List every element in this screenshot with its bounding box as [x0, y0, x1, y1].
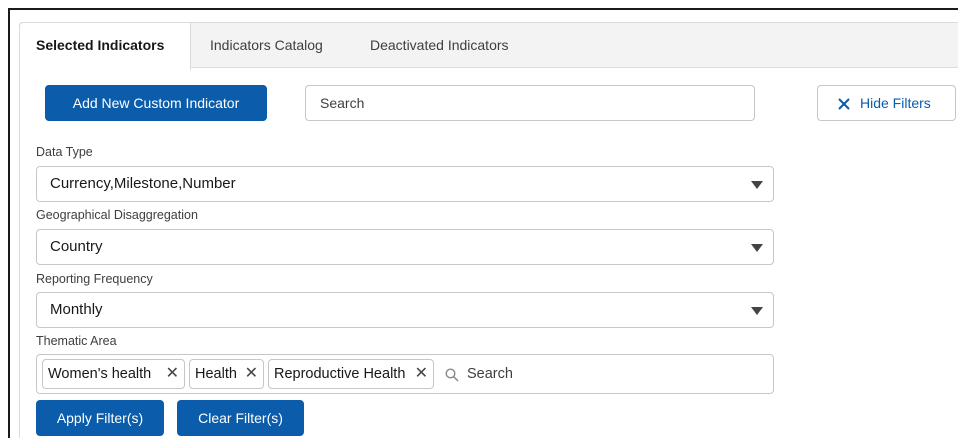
- close-icon[interactable]: ✕: [245, 360, 258, 388]
- chevron-down-icon: [751, 307, 763, 315]
- close-icon[interactable]: ✕: [415, 360, 428, 388]
- tab-label: Selected Indicators: [36, 37, 165, 53]
- tab-selected-indicators[interactable]: Selected Indicators: [20, 23, 191, 70]
- add-custom-indicator-label: Add New Custom Indicator: [72, 95, 240, 111]
- pill-reproductive-health[interactable]: Reproductive Health ✕: [268, 359, 434, 389]
- tab-label: Indicators Catalog: [210, 37, 323, 53]
- thematic-multiselect[interactable]: Women's health ✕ Health ✕ Reproductive H…: [36, 354, 774, 394]
- frequency-label: Reporting Frequency: [36, 272, 153, 286]
- pill-health[interactable]: Health ✕: [189, 359, 264, 389]
- search-input[interactable]: Search: [305, 85, 755, 121]
- apply-filters-label: Apply Filter(s): [56, 410, 144, 426]
- geo-select[interactable]: Country: [36, 229, 774, 265]
- pill-label: Health: [195, 366, 237, 382]
- data-type-value: Currency,Milestone,Number: [50, 175, 236, 192]
- tab-label: Deactivated Indicators: [370, 37, 509, 53]
- apply-filters-button[interactable]: Apply Filter(s): [36, 400, 164, 436]
- chevron-down-icon: [751, 181, 763, 189]
- search-icon: [445, 368, 459, 382]
- thematic-search-input[interactable]: Search: [467, 355, 513, 393]
- close-icon[interactable]: ✕: [166, 360, 179, 388]
- add-custom-indicator-button[interactable]: Add New Custom Indicator: [45, 85, 267, 121]
- clear-filters-label: Clear Filter(s): [198, 410, 283, 426]
- frequency-select[interactable]: Monthly: [36, 292, 774, 328]
- clear-filters-button[interactable]: Clear Filter(s): [177, 400, 304, 436]
- pill-label: Reproductive Health: [274, 366, 406, 382]
- thematic-label: Thematic Area: [36, 334, 117, 348]
- hide-filters-button[interactable]: Hide Filters: [817, 85, 956, 121]
- geo-label: Geographical Disaggregation: [36, 208, 198, 222]
- data-type-select[interactable]: Currency,Milestone,Number: [36, 166, 774, 202]
- pill-label: Women's health: [48, 366, 152, 382]
- tab-bar: Selected Indicators Indicators Catalog D…: [19, 22, 958, 70]
- hide-filters-label: Hide Filters: [860, 95, 931, 111]
- tab-indicators-catalog[interactable]: Indicators Catalog: [210, 23, 323, 69]
- pill-womens-health[interactable]: Women's health ✕: [42, 359, 185, 389]
- search-placeholder: Search: [320, 95, 365, 111]
- tab-deactivated-indicators[interactable]: Deactivated Indicators: [370, 23, 509, 69]
- frequency-value: Monthly: [50, 301, 103, 318]
- data-type-label: Data Type: [36, 145, 93, 159]
- geo-value: Country: [50, 238, 103, 255]
- chevron-down-icon: [751, 244, 763, 252]
- close-icon: [838, 98, 850, 110]
